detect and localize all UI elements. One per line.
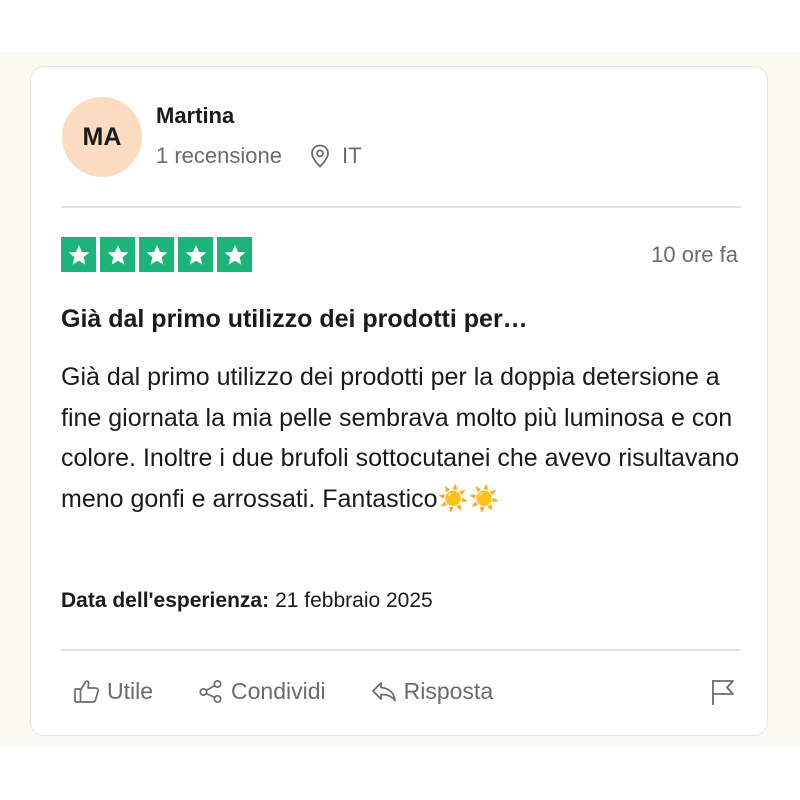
report-flag-button[interactable] <box>709 677 737 712</box>
star-icon <box>217 237 252 272</box>
reviewer-location: IT <box>310 143 362 169</box>
star-icon <box>178 237 213 272</box>
review-actions: Utile Condividi Risposta <box>73 677 537 705</box>
review-body: Già dal primo utilizzo dei prodotti per … <box>61 363 740 513</box>
share-label: Condividi <box>231 677 326 704</box>
review-count: 1 recensione <box>156 143 282 168</box>
avatar-initials: MA <box>82 122 122 151</box>
useful-button[interactable]: Utile <box>73 677 153 705</box>
reviewer-name[interactable]: Martina <box>156 103 234 129</box>
reply-label: Risposta <box>403 677 494 704</box>
star-icon <box>61 237 96 272</box>
location-pin-icon <box>311 144 329 168</box>
reviewer-meta: 1 recensione IT <box>156 143 362 169</box>
experience-date: 21 febbraio 2025 <box>275 589 433 612</box>
share-button[interactable]: Condividi <box>197 677 326 705</box>
review-card: MA Martina 1 recensione IT 10 ore fa Già… <box>30 66 768 736</box>
review-time-ago: 10 ore fa <box>651 242 738 267</box>
flag-icon <box>712 680 734 705</box>
avatar[interactable]: MA <box>62 97 142 177</box>
reply-icon <box>371 682 396 702</box>
share-icon <box>199 679 222 704</box>
thumbs-up-icon <box>74 680 99 703</box>
footer-divider <box>61 649 741 651</box>
reply-button[interactable]: Risposta <box>370 677 493 705</box>
country-code: IT <box>341 143 362 168</box>
star-icon <box>100 237 135 272</box>
experience-label: Data dell'esperienza: <box>61 589 270 612</box>
experience-date-row: Data dell'esperienza: 21 febbraio 2025 <box>61 589 433 613</box>
useful-label: Utile <box>107 677 154 704</box>
star-rating <box>61 237 256 272</box>
header-divider <box>61 206 741 208</box>
star-icon <box>139 237 174 272</box>
review-title[interactable]: Già dal primo utilizzo dei prodotti per… <box>61 305 528 334</box>
